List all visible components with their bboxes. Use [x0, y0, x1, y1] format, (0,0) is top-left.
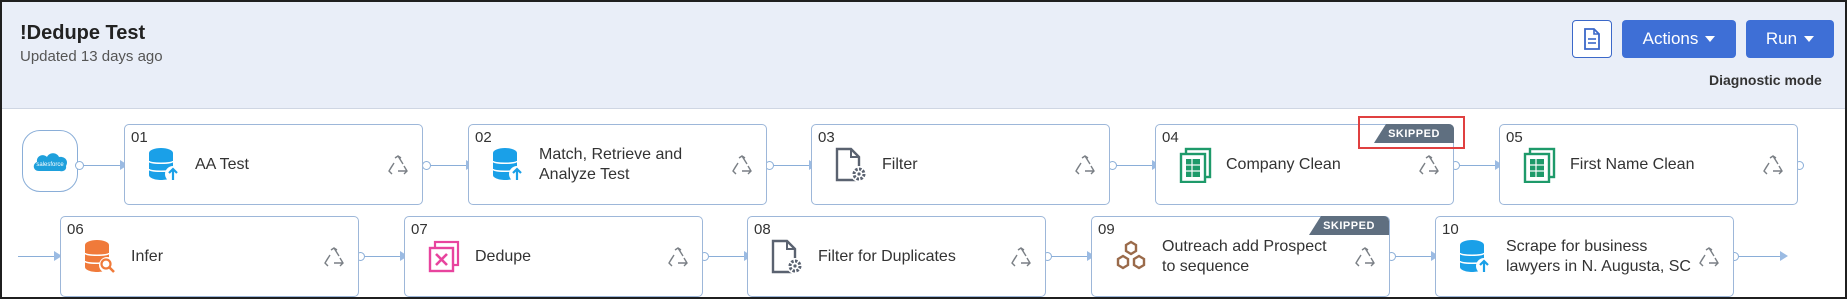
- recycle-icon[interactable]: [1009, 246, 1033, 270]
- database-upload-icon: [148, 148, 181, 182]
- step-card-07[interactable]: 07 Dedupe: [404, 216, 703, 297]
- step-number: 08: [754, 221, 771, 238]
- actions-button[interactable]: Actions: [1622, 20, 1736, 58]
- connector-line: [1396, 256, 1436, 257]
- database-upload-icon: [492, 148, 525, 182]
- connector-line: [84, 165, 124, 166]
- database-search-icon: [84, 240, 115, 273]
- step-label: First Name Clean: [1570, 155, 1695, 173]
- step-label: Scrape for business lawyers in N. August…: [1506, 237, 1691, 275]
- page-title: !Dedupe Test: [20, 22, 146, 44]
- step-card-02[interactable]: 02 Match, Retrieve and Analyze Test: [468, 124, 767, 205]
- step-number: 03: [818, 129, 835, 146]
- recycle-icon[interactable]: [322, 246, 346, 270]
- recycle-icon[interactable]: [1353, 246, 1377, 270]
- connector-line: [709, 256, 749, 257]
- database-upload-icon: [1459, 240, 1492, 274]
- spreadsheet-icon: [1523, 147, 1556, 183]
- recycle-icon[interactable]: [1073, 154, 1097, 178]
- connector-line: [1739, 256, 1783, 257]
- step-number: 06: [67, 221, 84, 238]
- connector-line: [1117, 165, 1157, 166]
- step-card-10[interactable]: 10 Scrape for business lawyers in N. Aug…: [1435, 216, 1734, 297]
- connector-line: [1460, 165, 1500, 166]
- step-number: 02: [475, 129, 492, 146]
- connector-port: [75, 161, 84, 170]
- salesforce-cloud-icon: salesforce: [33, 153, 68, 172]
- step-label: Match, Retrieve and Analyze Test: [539, 145, 683, 183]
- connector-arrow: [1780, 251, 1788, 261]
- step-label: Infer: [131, 247, 164, 265]
- step-number: 05: [1506, 129, 1523, 146]
- skipped-badge: SKIPPED: [1309, 216, 1389, 235]
- step-card-06[interactable]: 06 Infer: [60, 216, 359, 297]
- recycle-icon[interactable]: [1697, 246, 1721, 270]
- actions-label: Actions: [1642, 29, 1699, 48]
- document-icon: [1584, 28, 1600, 50]
- step-label: AA Test: [195, 155, 249, 173]
- recycle-icon[interactable]: [730, 154, 754, 178]
- step-number: 07: [411, 221, 428, 238]
- connector-line: [431, 165, 471, 166]
- step-number: 09: [1098, 221, 1115, 238]
- connector-port: [422, 161, 431, 170]
- step-label: Filter for Duplicates: [818, 247, 956, 265]
- highlight-box: [1358, 116, 1465, 149]
- updated-timestamp: Updated 13 days ago: [20, 48, 163, 65]
- step-number: 10: [1442, 221, 1459, 238]
- diagnostic-mode-label: Diagnostic mode: [1709, 72, 1822, 88]
- connector-line: [365, 256, 405, 257]
- step-card-01[interactable]: 01 AA Test: [124, 124, 423, 205]
- run-label: Run: [1765, 29, 1798, 48]
- salesforce-label: salesforce: [36, 162, 64, 168]
- file-gear-icon: [835, 147, 867, 182]
- document-button[interactable]: [1572, 20, 1612, 58]
- dedupe-icon: [428, 240, 460, 273]
- connector-line: [18, 256, 58, 257]
- recycle-icon[interactable]: [1761, 154, 1785, 178]
- caret-down-icon: [1804, 36, 1815, 42]
- caret-down-icon: [1705, 36, 1716, 42]
- recycle-icon[interactable]: [1417, 154, 1441, 178]
- file-gear-icon: [771, 239, 803, 274]
- connector-line: [1052, 256, 1092, 257]
- step-card-05[interactable]: 05 First Name Clean: [1499, 124, 1798, 205]
- header: !Dedupe Test Updated 13 days ago Actions…: [2, 2, 1845, 109]
- step-label: Dedupe: [475, 247, 532, 265]
- step-card-08[interactable]: 08 Filter for Duplicates: [747, 216, 1046, 297]
- recycle-icon[interactable]: [666, 246, 690, 270]
- spreadsheet-icon: [1179, 147, 1212, 183]
- step-number: 04: [1162, 129, 1179, 146]
- salesforce-source-node[interactable]: salesforce: [22, 130, 78, 192]
- hexagons-icon: [1116, 240, 1146, 270]
- step-label: Filter: [882, 155, 918, 173]
- connector-line: [774, 165, 814, 166]
- pipeline-panel: !Dedupe Test Updated 13 days ago Actions…: [0, 0, 1847, 299]
- recycle-icon[interactable]: [386, 154, 410, 178]
- step-number: 01: [131, 129, 148, 146]
- run-button[interactable]: Run: [1746, 20, 1834, 58]
- step-card-03[interactable]: 03 Filter: [811, 124, 1110, 205]
